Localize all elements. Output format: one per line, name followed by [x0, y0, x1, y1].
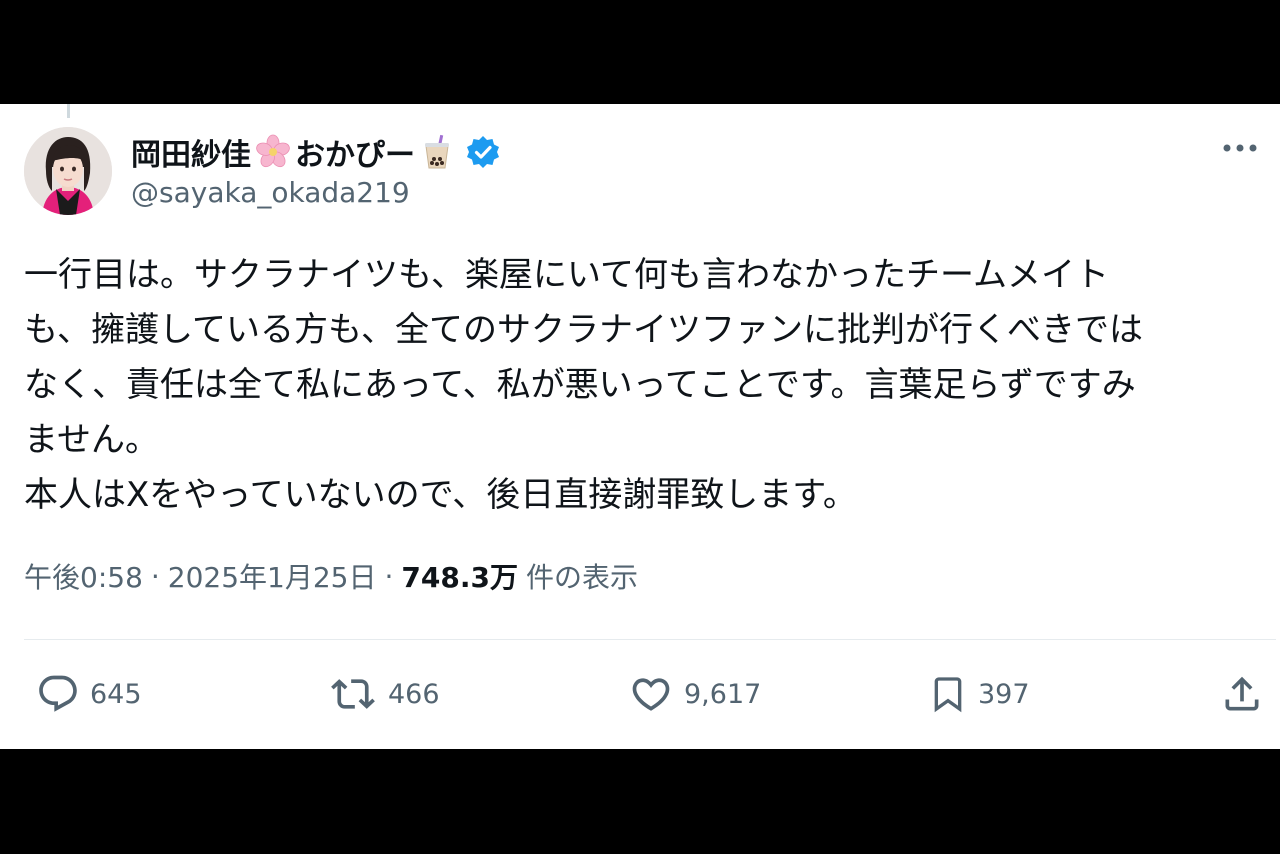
- tweet-card: 岡田紗佳 おかぴー @sayaka_okada219 一行目は。サクラナイツも、…: [0, 104, 1280, 749]
- display-name-prefix: 岡田紗佳: [131, 138, 251, 173]
- tweet-meta: 午後0:58 · 2025年1月25日 · 748.3万 件の表示: [24, 556, 638, 596]
- user-handle[interactable]: @sayaka_okada219: [131, 176, 410, 209]
- retweet-button[interactable]: 466: [328, 666, 440, 722]
- tweet-text-line: ません。: [24, 420, 159, 460]
- reply-count: 645: [90, 678, 142, 710]
- share-icon: [1225, 676, 1259, 711]
- action-bar: 645 466 9,617 397: [0, 666, 1280, 722]
- meta-separator: ·: [150, 559, 160, 593]
- display-name-suffix: おかぴー: [295, 138, 415, 173]
- bubble-tea-icon: [419, 134, 455, 170]
- tweet-date[interactable]: 2025年1月25日: [168, 556, 377, 596]
- avatar[interactable]: [24, 127, 112, 215]
- bookmark-icon: [934, 677, 962, 713]
- cherry-blossom-icon: [255, 134, 291, 170]
- bookmark-button[interactable]: 397: [928, 666, 1030, 722]
- tweet-text-line: なく、責任は全て私にあって、私が悪いってことです。言葉足らずですみ: [24, 365, 1136, 405]
- share-button[interactable]: [1220, 666, 1264, 722]
- verified-badge-icon: [465, 134, 501, 170]
- reply-button[interactable]: 645: [36, 666, 142, 722]
- like-count: 9,617: [684, 678, 762, 710]
- tweet-text-line: 一行目は。サクラナイツも、楽屋にいて何も言わなかったチームメイト: [24, 255, 1109, 295]
- heart-icon: [632, 678, 670, 711]
- like-button[interactable]: 9,617: [628, 666, 761, 722]
- divider: [24, 639, 1276, 640]
- tweet-text: 一行目は。サクラナイツも、楽屋にいて何も言わなかったチームメイト も、擁護してい…: [24, 248, 1264, 523]
- bookmark-count: 397: [978, 678, 1030, 710]
- retweet-count: 466: [388, 678, 440, 710]
- thread-line: [67, 104, 70, 118]
- meta-separator: ·: [384, 559, 394, 593]
- more-options-button[interactable]: [1220, 134, 1260, 162]
- more-dots-icon: [1223, 144, 1257, 152]
- retweet-icon: [331, 679, 375, 709]
- display-name[interactable]: 岡田紗佳 おかぴー: [131, 130, 501, 174]
- tweet-text-line: も、擁護している方も、全てのサクラナイツファンに批判が行くべきでは: [24, 310, 1143, 350]
- reply-icon: [39, 675, 77, 712]
- tweet-time[interactable]: 午後0:58: [24, 556, 143, 596]
- tweet-text-line: 本人はXをやっていないので、後日直接謝罪致します。: [24, 475, 857, 515]
- views-label[interactable]: 件の表示: [526, 556, 638, 596]
- views-count[interactable]: 748.3万: [401, 556, 518, 596]
